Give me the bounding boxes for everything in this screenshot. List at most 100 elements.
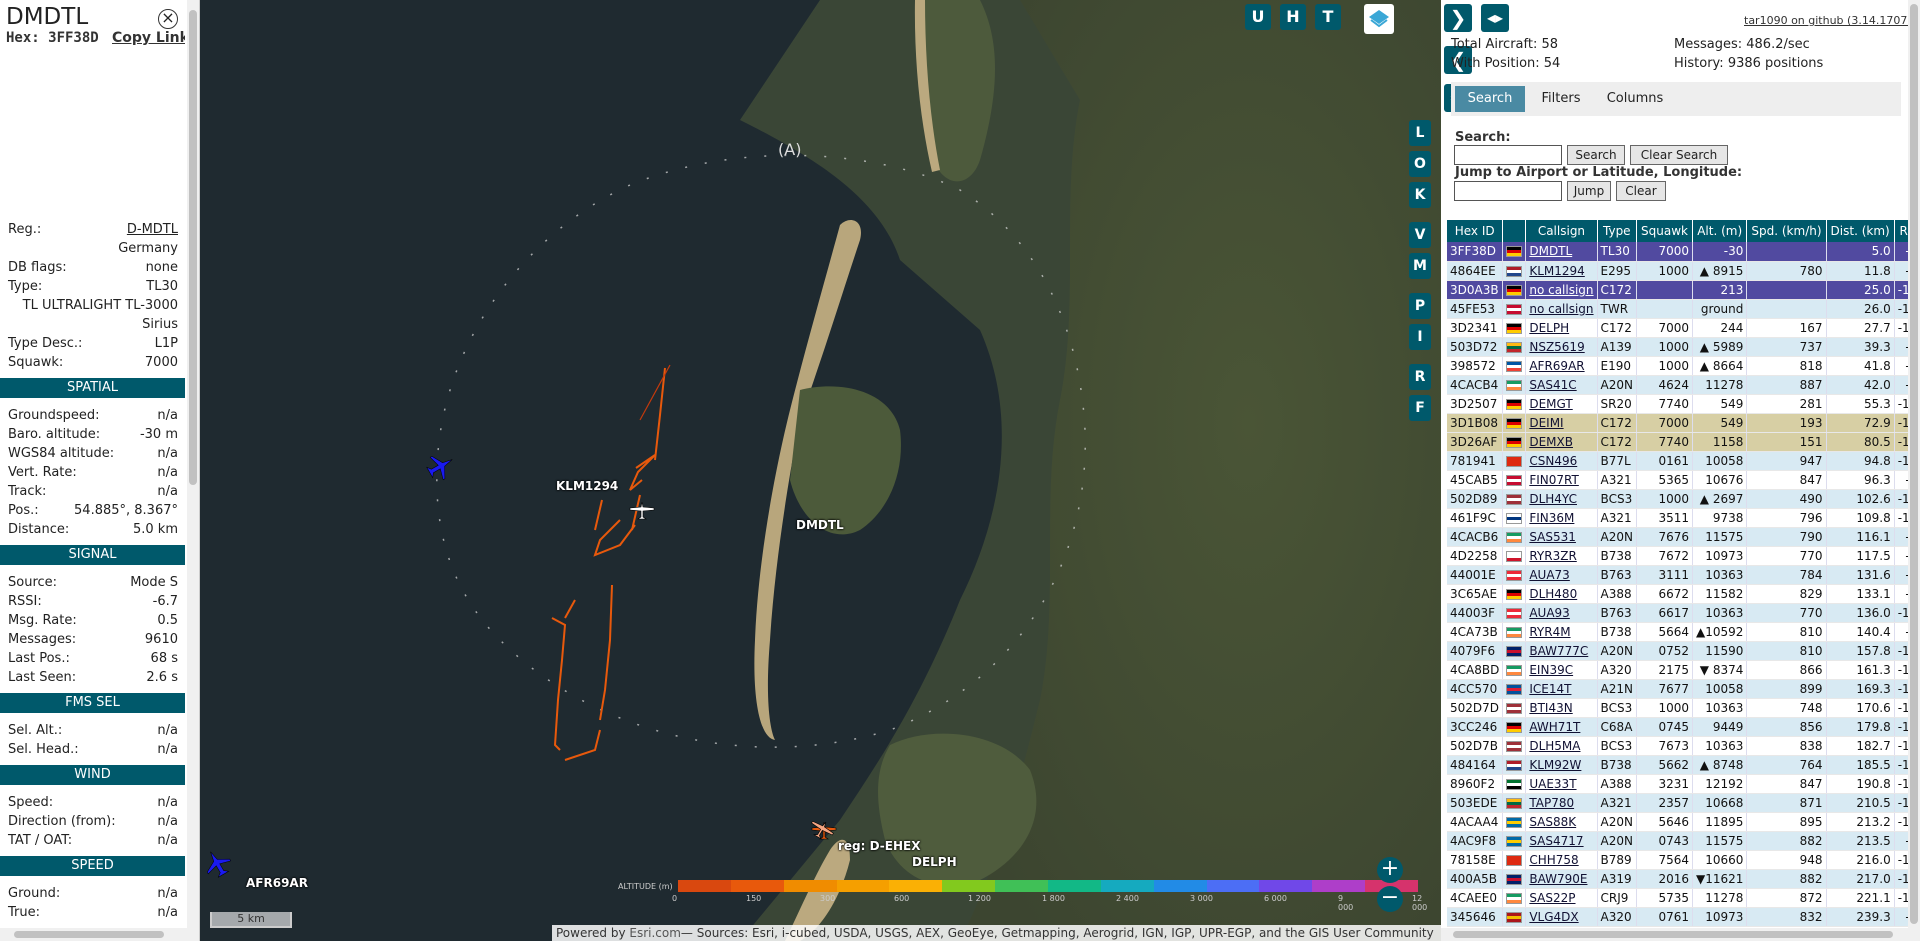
map-button-r[interactable]: R bbox=[1409, 364, 1431, 390]
table-row[interactable]: 4CA73BRYR4MB7385664▲10592810140.4-8 bbox=[1447, 622, 1920, 642]
table-row[interactable]: 45FE53no callsignTWRground26.0-16 bbox=[1447, 299, 1920, 319]
table-row[interactable]: 4864EEKLM1294E2951000▲ 891578011.8-4 bbox=[1447, 261, 1920, 281]
table-row[interactable]: 781941CSN496B77L01611005894794.8-12 bbox=[1447, 451, 1920, 471]
copy-link-button[interactable]: Copy Link bbox=[112, 30, 185, 46]
table-row[interactable]: 3D2341DELPHC172700024416727.7-12 bbox=[1447, 318, 1920, 338]
table-row[interactable]: 44001EAUA73B763311110363784131.6-8 bbox=[1447, 565, 1920, 585]
aircraft-label-reg[interactable]: reg: D-EHEX bbox=[838, 839, 920, 853]
table-row[interactable]: 44003FAUA93B763661710363770136.0-12 bbox=[1447, 603, 1920, 623]
callsign-link[interactable]: AFR69AR bbox=[1525, 356, 1598, 376]
callsign-link[interactable]: DMDTL bbox=[1525, 242, 1598, 262]
callsign-link[interactable]: ICE14T bbox=[1525, 679, 1598, 699]
table-row[interactable]: 400A5BBAW790EA3192016▼11621882217.0-18 bbox=[1447, 869, 1920, 889]
callsign-link[interactable]: AWH71T bbox=[1525, 717, 1598, 737]
aircraft-label-klm1294[interactable]: KLM1294 bbox=[556, 479, 618, 493]
map-button-l[interactable]: L bbox=[1409, 120, 1431, 146]
table-row[interactable]: 345646VLG4DXA320076110973832239.3-7 bbox=[1447, 907, 1920, 927]
clear-search-button[interactable]: Clear Search bbox=[1630, 145, 1728, 165]
column-header[interactable]: Squawk bbox=[1636, 220, 1693, 242]
tab-columns[interactable]: Columns bbox=[1595, 86, 1675, 112]
map-button-p[interactable]: P bbox=[1409, 293, 1431, 319]
callsign-link[interactable]: UAE33T bbox=[1525, 774, 1598, 794]
callsign-link[interactable]: DEMGT bbox=[1525, 394, 1598, 414]
callsign-link[interactable]: BAW777C bbox=[1525, 641, 1598, 661]
button-u[interactable]: U bbox=[1245, 4, 1271, 30]
jump-input[interactable] bbox=[1454, 181, 1562, 201]
aircraft-icon-afr69ar[interactable] bbox=[202, 848, 232, 878]
callsign-link[interactable]: CSN496 bbox=[1525, 451, 1598, 471]
map-button-v[interactable]: V bbox=[1409, 222, 1431, 248]
infoblock-scroll-thumb[interactable] bbox=[189, 10, 197, 485]
info-value[interactable]: D-MDTL bbox=[127, 222, 178, 237]
callsign-link[interactable]: SAS531 bbox=[1525, 527, 1598, 547]
table-row[interactable]: 4CACB6SAS531A20N767611575790116.1-9 bbox=[1447, 527, 1920, 547]
section-fms[interactable]: FMS SEL bbox=[0, 693, 185, 713]
table-row[interactable]: 3D0A3Bno callsignC17221325.0-13 bbox=[1447, 280, 1920, 300]
section-spatial[interactable]: SPATIAL bbox=[0, 378, 185, 398]
callsign-link[interactable]: AUA93 bbox=[1525, 603, 1598, 623]
infoblock-hscroll-thumb[interactable] bbox=[14, 931, 164, 938]
table-row[interactable]: 78158ECHH758B789756410660948216.0-16 bbox=[1447, 850, 1920, 870]
section-wind[interactable]: WIND bbox=[0, 765, 185, 785]
callsign-link[interactable]: DEMXB bbox=[1525, 432, 1598, 452]
table-row[interactable]: 503EDETAP780A321235710668871210.5-17 bbox=[1447, 793, 1920, 813]
button-h[interactable]: H bbox=[1280, 4, 1306, 30]
search-button[interactable]: Search bbox=[1567, 145, 1625, 165]
attribution-esri-link[interactable]: Esri.com bbox=[629, 926, 681, 940]
table-row[interactable]: 4ACAA4SAS88KA20N564611895895213.2-18 bbox=[1447, 812, 1920, 832]
callsign-link[interactable]: SAS22P bbox=[1525, 888, 1598, 908]
callsign-link[interactable]: DEIMI bbox=[1525, 413, 1598, 433]
map-button-o[interactable]: O bbox=[1409, 151, 1431, 177]
table-row[interactable]: 398572AFR69ARE1901000▲ 866481841.8-2 bbox=[1447, 356, 1920, 376]
search-input[interactable] bbox=[1454, 145, 1562, 165]
callsign-link[interactable]: DLH4YC bbox=[1525, 489, 1598, 509]
table-row[interactable]: 4D2258RYR3ZRB738767210973770117.5-9 bbox=[1447, 546, 1920, 566]
table-row[interactable]: 4CACB4SAS41CA20N46241127888742.0-2 bbox=[1447, 375, 1920, 395]
sidebar-hscroll-thumb[interactable] bbox=[1453, 931, 1893, 938]
table-row[interactable]: 45CAB5FIN07RTA32153651067684796.3-4 bbox=[1447, 470, 1920, 490]
toggle-width-button[interactable]: ◂▸ bbox=[1481, 4, 1509, 32]
callsign-link[interactable]: BTI43N bbox=[1525, 698, 1598, 718]
table-row[interactable]: 4AC9F8SAS4717A20N074311575882213.5-7 bbox=[1447, 831, 1920, 851]
callsign-link[interactable]: KLM92W bbox=[1525, 755, 1598, 775]
table-row[interactable]: 4CAEE0SAS22PCRJ9573511278872221.1-16 bbox=[1447, 888, 1920, 908]
callsign-link[interactable]: KLM1294 bbox=[1525, 261, 1598, 281]
callsign-link[interactable]: NSZ5619 bbox=[1525, 337, 1598, 357]
callsign-link[interactable]: FIN36M bbox=[1525, 508, 1598, 528]
map-button-m[interactable]: M bbox=[1409, 253, 1431, 279]
callsign-link[interactable]: VLG4DX bbox=[1525, 907, 1598, 927]
table-row[interactable]: 484164KLM92WB7385662▲ 8748764185.5-15 bbox=[1447, 755, 1920, 775]
callsign-link[interactable]: RYR4M bbox=[1525, 622, 1598, 642]
table-row[interactable]: 3CC246AWH71TC68A07459449856179.8-16 bbox=[1447, 717, 1920, 737]
table-row[interactable]: 502D7DBTI43NBCS3100010363748170.6-12 bbox=[1447, 698, 1920, 718]
jump-button[interactable]: Jump bbox=[1567, 181, 1611, 201]
column-header[interactable]: Spd. (km/h) bbox=[1746, 220, 1827, 242]
callsign-link[interactable]: AUA73 bbox=[1525, 565, 1598, 585]
tab-search[interactable]: Search bbox=[1455, 86, 1525, 112]
column-header[interactable] bbox=[1502, 220, 1527, 242]
aircraft-label-afr69ar[interactable]: AFR69AR bbox=[246, 876, 308, 890]
tab-filters[interactable]: Filters bbox=[1531, 86, 1591, 112]
callsign-link[interactable]: no callsign bbox=[1525, 280, 1598, 300]
callsign-link[interactable]: DLH480 bbox=[1525, 584, 1598, 604]
map-button-i[interactable]: I bbox=[1409, 324, 1431, 350]
table-row[interactable]: 4079F6BAW777CA20N075211590810157.8-16 bbox=[1447, 641, 1920, 661]
callsign-link[interactable]: FIN07RT bbox=[1525, 470, 1598, 490]
callsign-link[interactable]: SAS41C bbox=[1525, 375, 1598, 395]
sidebar-scroll-thumb[interactable] bbox=[1910, 4, 1918, 924]
table-row[interactable]: 3D2507DEMGTSR20774054928155.3-16 bbox=[1447, 394, 1920, 414]
table-row[interactable]: 3D26AFDEMXBC1727740115815180.5-17 bbox=[1447, 432, 1920, 452]
close-icon[interactable]: × bbox=[158, 9, 178, 29]
zoom-out-button[interactable]: − bbox=[1377, 886, 1403, 912]
aircraft-icon-dmdtl[interactable] bbox=[628, 496, 656, 524]
callsign-link[interactable]: RYR3ZR bbox=[1525, 546, 1598, 566]
table-row[interactable]: 3C65AEDLH480A388667211582829133.1-5 bbox=[1447, 584, 1920, 604]
table-row[interactable]: 4CA8BDEIN39CA3202175▼ 8374866161.3-14 bbox=[1447, 660, 1920, 680]
button-t[interactable]: T bbox=[1315, 4, 1341, 30]
callsign-link[interactable]: DLH5MA bbox=[1525, 736, 1598, 756]
callsign-link[interactable]: BAW790E bbox=[1525, 869, 1598, 889]
table-row[interactable]: 502D7BDLH5MABCS3767310363838182.7-17 bbox=[1447, 736, 1920, 756]
column-header[interactable]: Hex ID bbox=[1447, 220, 1504, 242]
callsign-link[interactable]: SAS88K bbox=[1525, 812, 1598, 832]
column-header[interactable]: Dist. (km) bbox=[1826, 220, 1895, 242]
